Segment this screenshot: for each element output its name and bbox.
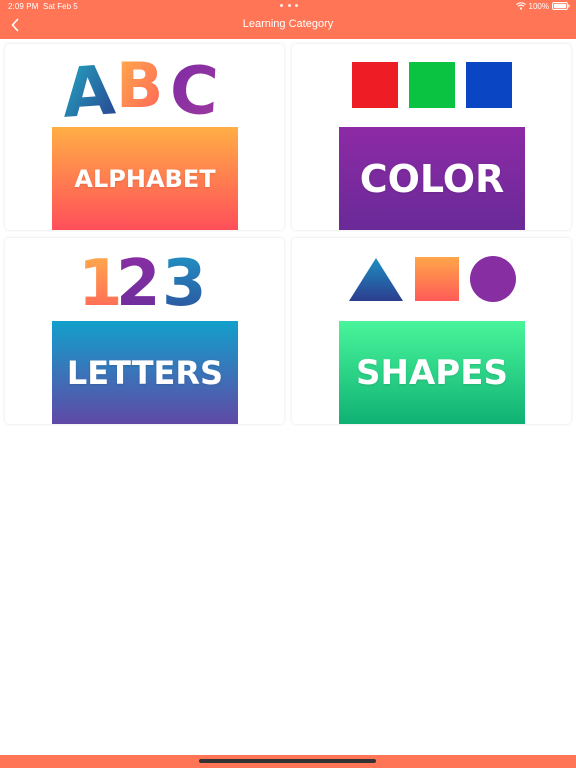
app-screen: 2:09 PM Sat Feb 5 100% Learning Category… [0,0,576,768]
battery-percent: 100% [528,1,549,11]
svg-text:A: A [60,51,118,119]
color-banner: COLOR [339,127,525,230]
color-squares [351,62,512,108]
category-card-color[interactable]: COLOR [292,44,571,230]
category-label: LETTERS [66,353,224,392]
top-bar: 2:09 PM Sat Feb 5 100% Learning Category [0,0,576,39]
color-art [292,44,571,124]
page-title: Learning Category [242,18,334,30]
alphabet-banner: ALPHABET [52,127,238,230]
shapes-row [347,255,517,303]
svg-text:2: 2 [116,247,161,309]
status-right: 100% [515,1,570,11]
letters-banner: LETTERS [52,321,238,424]
green-square-icon [408,62,455,108]
bottom-bar [0,755,576,768]
svg-text:3: 3 [162,247,207,309]
numbers-art: 1 2 3 [5,238,284,318]
category-grid: A B C ALPHABET COLOR 1 2 3 LETTERS SHAPE… [5,44,571,424]
svg-text:B: B [116,49,163,119]
battery-icon [552,2,570,10]
red-square-icon [351,62,398,108]
home-indicator[interactable] [199,759,376,763]
category-label: COLOR [359,156,505,201]
svg-text:C: C [167,51,219,119]
multitasking-dots-icon[interactable] [280,2,298,8]
category-label: SHAPES [356,352,508,393]
abc-letters-icon: A B C [60,49,220,119]
blue-square-icon [465,62,512,108]
circle-icon [469,256,516,302]
status-date: Sat Feb 5 [43,2,78,11]
wifi-icon [515,2,526,10]
shapes-banner: SHAPES [339,321,525,424]
category-card-shapes[interactable]: SHAPES [292,238,571,424]
triangle-icon [348,258,403,301]
alphabet-art: A B C [5,44,284,124]
category-label: ALPHABET [74,164,216,193]
shapes-art [292,238,571,318]
numbers-123-icon: 1 2 3 [80,247,207,309]
category-card-alphabet[interactable]: A B C ALPHABET [5,44,284,230]
category-card-letters[interactable]: 1 2 3 LETTERS [5,238,284,424]
square-icon [414,257,459,301]
status-time: 2:09 PM [8,2,39,11]
